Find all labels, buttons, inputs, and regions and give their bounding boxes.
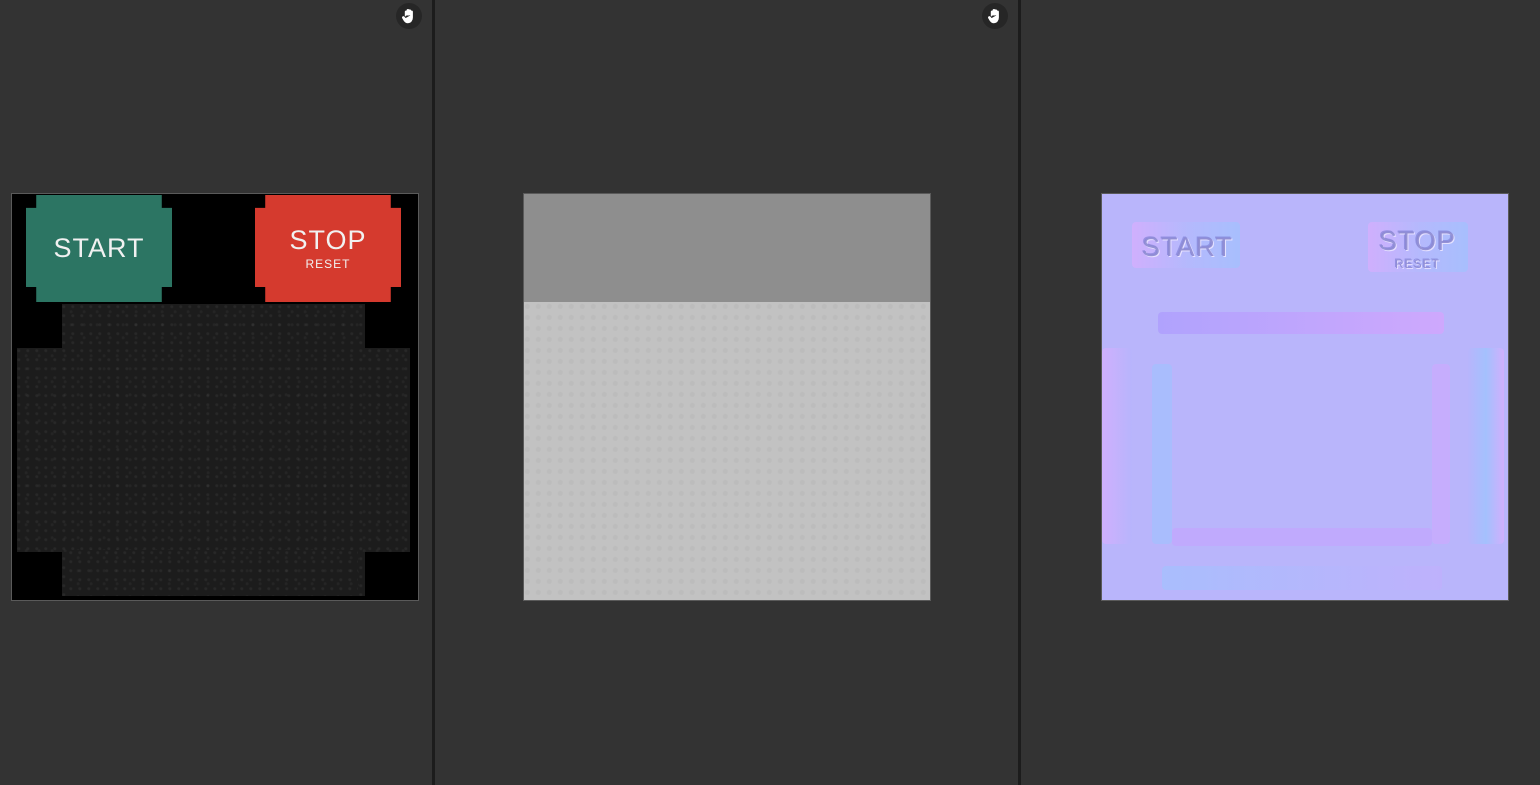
normal-ridge-top	[1158, 312, 1444, 334]
roughness-top-band	[524, 194, 930, 302]
texture-body-bottom	[69, 550, 358, 596]
stop-label: STOP	[289, 225, 367, 255]
normal-map-texture[interactable]: START STOP RESET	[1101, 193, 1509, 601]
roughness-bottom-area	[524, 302, 930, 600]
texture-viewer: START STOP RESET START STOP RESET	[0, 0, 1540, 785]
stop-plate: STOP RESET	[255, 195, 401, 302]
start-label: START	[53, 233, 145, 263]
normal-start-emboss: START	[1142, 232, 1234, 262]
normal-inner-left	[1152, 364, 1172, 544]
normal-edge-right	[1468, 348, 1504, 544]
reset-label: RESET	[305, 257, 351, 271]
texture-body-wide	[17, 348, 410, 552]
hand-pan-icon	[988, 9, 999, 24]
roughness-texture[interactable]	[523, 193, 931, 601]
panel-normal[interactable]: START STOP RESET	[1021, 0, 1540, 785]
normal-base-strip	[1162, 566, 1442, 590]
panel-base-color[interactable]: START STOP RESET	[0, 0, 432, 785]
normal-edge-left	[1102, 348, 1132, 544]
base-color-texture[interactable]: START STOP RESET	[11, 193, 419, 601]
pan-tool-button[interactable]	[982, 3, 1008, 29]
panel-roughness[interactable]	[435, 0, 1018, 785]
start-plate: START	[26, 195, 172, 302]
normal-ridge-bottom	[1172, 528, 1432, 546]
pan-tool-button[interactable]	[396, 3, 422, 29]
hand-pan-icon	[402, 9, 413, 24]
normal-inner-right	[1432, 364, 1450, 544]
normal-stop-emboss: STOP RESET	[1379, 226, 1457, 271]
